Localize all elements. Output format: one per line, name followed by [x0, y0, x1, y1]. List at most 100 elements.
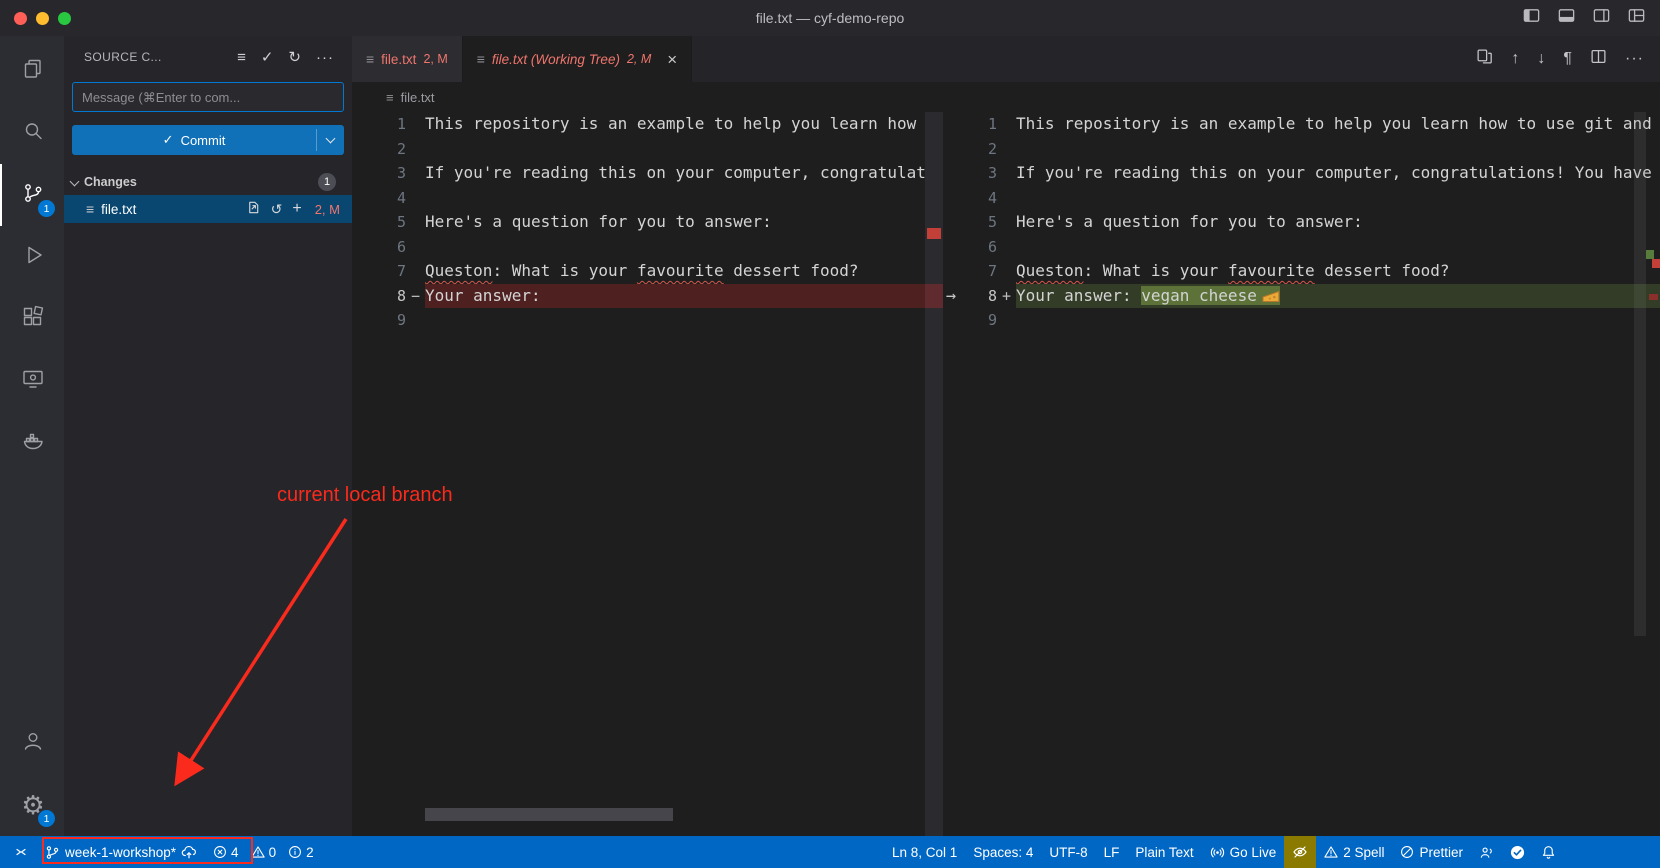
info-icon — [288, 845, 302, 859]
files-icon — [21, 57, 45, 86]
tab-bar: ≡ file.txt 2, M ≡ file.txt (Working Tree… — [352, 36, 1660, 82]
discard-changes-icon[interactable]: ↺ — [271, 201, 283, 218]
close-window-button[interactable] — [14, 12, 27, 25]
changes-section-header[interactable]: Changes 1 — [64, 169, 352, 195]
breadcrumb[interactable]: ≡ file.txt — [352, 82, 1660, 112]
commit-button-group: ✓ Commit — [72, 125, 344, 155]
search-icon — [21, 119, 45, 148]
code-line: 6 — [352, 235, 925, 260]
spell-checker-item[interactable]: 2 Spell — [1316, 836, 1392, 868]
code-line: 4 — [352, 186, 925, 211]
toggle-secondary-sidebar-icon[interactable] — [1592, 6, 1611, 30]
code-line: 3If you're reading this on your computer… — [352, 161, 925, 186]
settings-button[interactable]: ⚙ 1 — [0, 774, 64, 836]
toggle-whitespace-icon[interactable]: ¶ — [1563, 50, 1572, 68]
check-icon: ✓ — [163, 132, 174, 148]
stage-changes-icon[interactable]: + — [292, 200, 301, 218]
added-text: vegan cheese — [1141, 286, 1280, 305]
commit-all-icon[interactable]: ✓ — [261, 48, 274, 66]
diff-change-arrow-icon[interactable]: → — [938, 283, 964, 308]
title-bar: file.txt — cyf-demo-repo — [0, 0, 1660, 36]
feedback-icon[interactable] — [1471, 836, 1502, 868]
removed-marker: − — [406, 284, 425, 309]
tab-label: file.txt — [381, 52, 416, 67]
code-line: 3If you're reading this on your computer… — [943, 161, 1660, 186]
docker-icon — [21, 429, 45, 458]
go-live-item[interactable]: Go Live — [1202, 836, 1285, 868]
eye-off-icon — [1292, 844, 1308, 860]
indentation-item[interactable]: Spaces: 4 — [965, 836, 1041, 868]
changes-label: Changes — [84, 175, 137, 189]
toggle-primary-sidebar-icon[interactable] — [1522, 6, 1541, 30]
code-line: 1This repository is an example to help y… — [352, 112, 925, 137]
run-debug-icon — [21, 243, 45, 272]
encoding-item[interactable]: UTF-8 — [1041, 836, 1095, 868]
view-as-list-icon[interactable]: ≡ — [237, 49, 246, 66]
commit-button-label: Commit — [181, 133, 226, 148]
code-line: 1This repository is an example to help y… — [943, 112, 1660, 137]
diff-editor: 1This repository is an example to help y… — [352, 112, 1660, 836]
code-line: 9 — [352, 308, 925, 333]
tab-file-txt-working-tree[interactable]: ≡ file.txt (Working Tree) 2, M × — [463, 36, 692, 82]
editor-pane-original[interactable]: 1This repository is an example to help y… — [352, 112, 925, 836]
cursor-position-item[interactable]: Ln 8, Col 1 — [884, 836, 965, 868]
editor-pane-modified[interactable]: 1This repository is an example to help y… — [943, 112, 1660, 836]
open-file-icon[interactable] — [246, 200, 261, 218]
commit-button[interactable]: ✓ Commit — [72, 125, 316, 155]
toggle-panel-icon[interactable] — [1557, 6, 1576, 30]
accounts-button[interactable] — [0, 712, 64, 774]
broadcast-icon — [1210, 845, 1225, 860]
open-changes-icon[interactable] — [1476, 48, 1493, 70]
diff-center-scrollbar[interactable] — [925, 112, 943, 836]
previous-change-icon[interactable]: ↑ — [1511, 50, 1519, 68]
sidebar-title: SOURCE C... — [84, 50, 162, 64]
file-icon: ≡ — [477, 51, 485, 67]
refresh-icon[interactable]: ↻ — [288, 48, 301, 66]
cheese-emoji-icon — [1262, 288, 1280, 303]
tab-file-txt[interactable]: ≡ file.txt 2, M — [352, 36, 463, 82]
minimize-window-button[interactable] — [36, 12, 49, 25]
maximize-window-button[interactable] — [58, 12, 71, 25]
notifications-bell-icon[interactable] — [1533, 836, 1564, 868]
remote-indicator[interactable] — [5, 836, 37, 868]
close-tab-icon[interactable]: × — [667, 51, 677, 68]
more-actions-icon[interactable]: ··· — [1625, 50, 1644, 68]
inserted-line: 8+Your answer: vegan cheese — [943, 284, 1660, 309]
info-count: 2 — [306, 845, 314, 860]
status-check-icon[interactable] — [1502, 836, 1533, 868]
vertical-scrollbar[interactable] — [1634, 112, 1646, 636]
file-icon: ≡ — [366, 51, 374, 67]
changed-file-row[interactable]: ≡ file.txt ↺ + 2, M — [64, 195, 352, 223]
horizontal-scrollbar[interactable] — [425, 808, 673, 821]
split-editor-icon[interactable] — [1590, 48, 1607, 70]
code-line: 6 — [943, 235, 1660, 260]
eol-item[interactable]: LF — [1096, 836, 1128, 868]
overview-ruler — [1646, 112, 1660, 836]
next-change-icon[interactable]: ↓ — [1537, 50, 1545, 68]
sidebar-item-docker[interactable] — [0, 412, 64, 474]
overview-added-mark — [1646, 250, 1654, 259]
sidebar-item-search[interactable] — [0, 102, 64, 164]
prettier-item[interactable]: Prettier — [1392, 836, 1471, 868]
language-mode-item[interactable]: Plain Text — [1127, 836, 1201, 868]
code-line: 5Here's a question for you to answer: — [352, 210, 925, 235]
commit-dropdown-button[interactable] — [317, 125, 344, 155]
more-actions-icon[interactable]: ··· — [316, 49, 334, 66]
screencast-off-item[interactable] — [1284, 836, 1316, 868]
editor-group: ≡ file.txt 2, M ≡ file.txt (Working Tree… — [352, 36, 1660, 836]
remote-explorer-icon — [21, 367, 45, 396]
commit-message-input[interactable] — [72, 82, 344, 112]
tab-status: 2, M — [423, 52, 447, 66]
sidebar-item-source-control[interactable]: 1 — [0, 164, 64, 226]
customize-layout-icon[interactable] — [1627, 6, 1646, 30]
sidebar-item-remote-explorer[interactable] — [0, 350, 64, 412]
sidebar-item-explorer[interactable] — [0, 40, 64, 102]
activity-bar: 1 ⚙ 1 — [0, 36, 64, 836]
source-control-badge: 1 — [38, 200, 55, 217]
settings-badge: 1 — [38, 810, 55, 827]
sidebar-item-extensions[interactable] — [0, 288, 64, 350]
sidebar-item-run-debug[interactable] — [0, 226, 64, 288]
code-line: 2 — [943, 137, 1660, 162]
traffic-lights — [14, 12, 71, 25]
account-icon — [21, 729, 45, 758]
